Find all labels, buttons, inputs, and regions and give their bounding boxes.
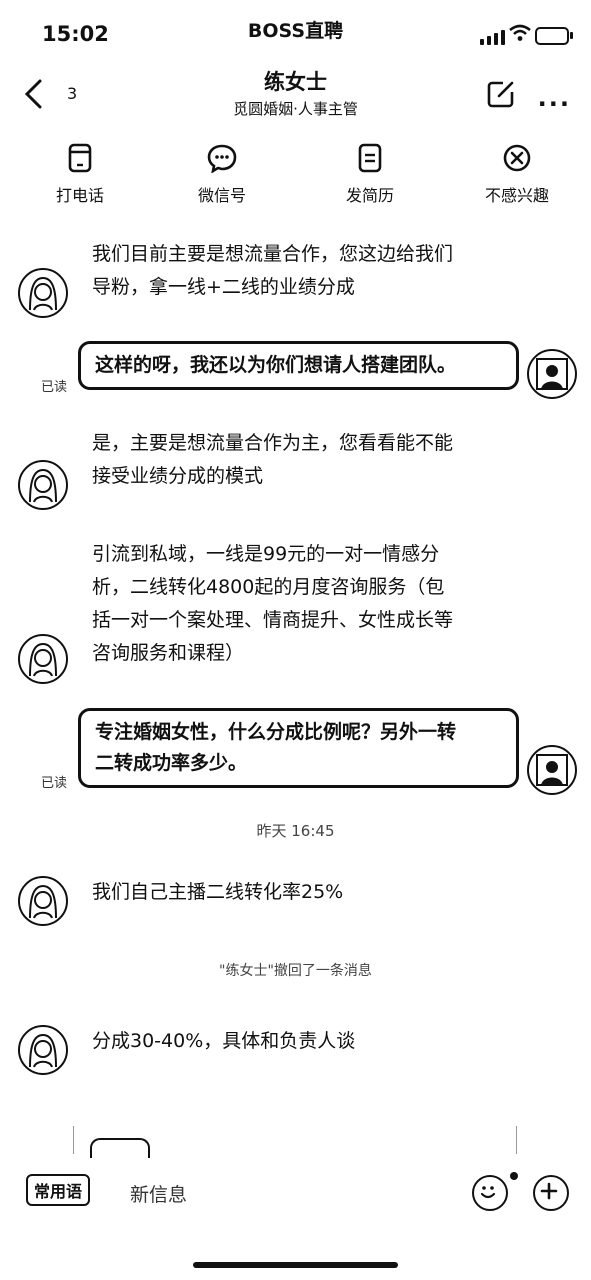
message-outgoing[interactable]: 专注婚姻女性，什么分成比例呢？另外一转 二转成功率多少。 bbox=[78, 708, 519, 788]
wechat-button[interactable]: 微信号 bbox=[172, 140, 272, 206]
edit-icon bbox=[487, 81, 514, 108]
contact-avatar[interactable] bbox=[18, 1025, 68, 1075]
message-line: 二转成功率多少。 bbox=[95, 752, 248, 774]
battery-icon bbox=[535, 27, 573, 45]
call-button[interactable]: 打电话 bbox=[30, 140, 130, 206]
message-line: 我们自己主播二线转化率25% bbox=[92, 881, 344, 903]
signal-icon bbox=[480, 30, 505, 45]
home-indicator bbox=[193, 1262, 398, 1268]
message-line: 析，二线转化4800起的月度咨询服务（包 bbox=[92, 576, 445, 598]
message-incoming: 我们自己主播二线转化率25% bbox=[92, 876, 343, 909]
more-icon: ··· bbox=[537, 90, 571, 118]
recall-notice: "练女士"撤回了一条消息 bbox=[219, 963, 372, 979]
message-input[interactable]: 新信息 bbox=[130, 1180, 187, 1207]
notification-dot bbox=[510, 1172, 518, 1180]
message-line: 专注婚姻女性，什么分成比例呢？另外一转 bbox=[95, 721, 457, 743]
contact-avatar[interactable] bbox=[18, 634, 68, 684]
timestamp: 昨天 16:45 bbox=[256, 822, 335, 840]
message-incoming: 分成30-40%，具体和负责人谈 bbox=[92, 1025, 355, 1058]
message-incoming: 是，主要是想流量合作为主，您看看能不能 接受业绩分成的模式 bbox=[92, 427, 453, 493]
my-avatar[interactable] bbox=[527, 745, 577, 795]
send-resume-label: 发简历 bbox=[345, 186, 394, 205]
wechat-icon bbox=[207, 144, 237, 173]
contact-avatar[interactable] bbox=[18, 876, 68, 926]
message-line: 接受业绩分成的模式 bbox=[92, 465, 264, 487]
person-avatar-icon bbox=[29, 1033, 57, 1068]
read-receipt: 已读 bbox=[41, 776, 68, 791]
divider bbox=[516, 1126, 517, 1154]
partial-card bbox=[90, 1138, 150, 1158]
person-avatar-icon bbox=[29, 276, 57, 311]
message-line: 括一对一个案处理、情商提升、女性成长等 bbox=[92, 609, 454, 631]
more-button[interactable]: ··· bbox=[538, 90, 571, 118]
emoji-button[interactable] bbox=[472, 1175, 508, 1211]
message-outgoing[interactable]: 这样的呀，我还以为你们想请人搭建团队。 bbox=[78, 341, 519, 390]
send-resume-button[interactable]: 发简历 bbox=[320, 140, 420, 206]
not-interested-button[interactable]: 不感兴趣 bbox=[467, 140, 567, 206]
person-avatar-icon bbox=[29, 884, 57, 919]
message-line: 分成30-40%，具体和负责人谈 bbox=[92, 1030, 356, 1052]
more-options-button[interactable] bbox=[533, 1175, 569, 1211]
not-interested-label: 不感兴趣 bbox=[484, 186, 549, 205]
message-line: 是，主要是想流量合作为主，您看看能不能 bbox=[92, 432, 454, 454]
wechat-label: 微信号 bbox=[197, 186, 246, 205]
quick-phrase-button[interactable]: 常用语 bbox=[26, 1174, 91, 1206]
person-avatar-icon bbox=[29, 642, 57, 677]
not-interested-icon bbox=[503, 144, 531, 172]
call-label: 打电话 bbox=[55, 186, 104, 205]
resume-icon bbox=[358, 143, 382, 173]
message-line: 导粉，拿一线+二线的业绩分成 bbox=[92, 276, 355, 298]
wifi-icon bbox=[509, 24, 531, 46]
emoji-icon bbox=[480, 1186, 496, 1199]
divider bbox=[73, 1126, 74, 1154]
message-line: 咨询服务和课程） bbox=[92, 642, 245, 664]
user-photo-icon bbox=[536, 358, 568, 390]
phone-icon bbox=[68, 143, 92, 173]
edit-button[interactable] bbox=[487, 80, 515, 112]
message-line: 引流到私域，一线是99元的一对一情感分 bbox=[92, 543, 440, 565]
read-receipt: 已读 bbox=[41, 380, 68, 395]
contact-avatar[interactable] bbox=[18, 460, 68, 510]
plus-icon bbox=[540, 1182, 558, 1200]
contact-avatar[interactable] bbox=[18, 268, 68, 318]
my-avatar[interactable] bbox=[527, 349, 577, 399]
message-text: 这样的呀，我还以为你们想请人搭建团队。 bbox=[95, 354, 457, 376]
message-incoming: 引流到私域，一线是99元的一对一情感分 析，二线转化4800起的月度咨询服务（包… bbox=[92, 538, 453, 670]
user-photo-icon bbox=[536, 754, 568, 786]
person-avatar-icon bbox=[29, 468, 57, 503]
message-incoming: 我们目前主要是想流量合作，您这边给我们 导粉，拿一线+二线的业绩分成 bbox=[92, 238, 453, 304]
message-line: 我们目前主要是想流量合作，您这边给我们 bbox=[92, 243, 454, 265]
